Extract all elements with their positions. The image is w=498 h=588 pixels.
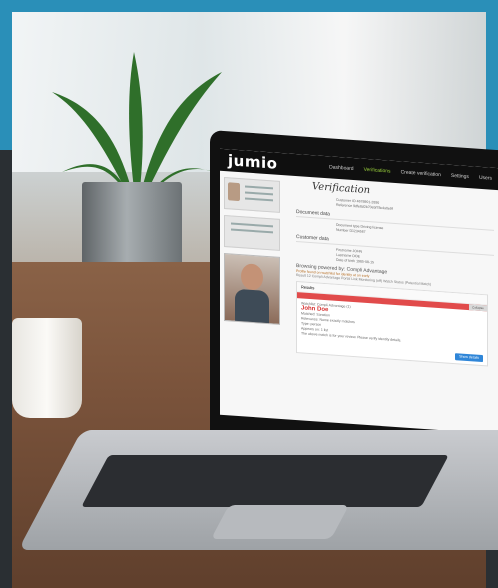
- verification-details: Verification Customer ID 4678901-2890 Re…: [290, 176, 498, 435]
- collapse-tag[interactable]: Collapse: [469, 304, 487, 312]
- nav-dashboard[interactable]: Dashboard: [329, 164, 353, 172]
- document-images: [220, 171, 290, 420]
- results-card: Results Collapse Watchlist: Compli Advan…: [296, 281, 488, 367]
- nav-users[interactable]: Users: [479, 175, 492, 182]
- id-back-image[interactable]: [224, 214, 280, 251]
- verification-content: Verification Customer ID 4678901-2890 Re…: [220, 171, 498, 435]
- web-app: jumio Dashboard Verifications Create ver…: [220, 148, 498, 435]
- jumio-logo[interactable]: jumio: [228, 151, 277, 172]
- laptop-trackpad: [210, 505, 350, 539]
- nav-verifications[interactable]: Verifications: [364, 167, 391, 175]
- laptop-keyboard: [81, 455, 449, 507]
- show-details-button[interactable]: Show details: [455, 353, 483, 363]
- marketing-photo: jumio Dashboard Verifications Create ver…: [0, 0, 498, 588]
- laptop-screen: jumio Dashboard Verifications Create ver…: [210, 130, 498, 451]
- coffee-mug: [12, 318, 82, 418]
- nav-settings[interactable]: Settings: [451, 173, 469, 180]
- nav-create-verification[interactable]: Create verification: [401, 169, 441, 178]
- id-front-image[interactable]: [224, 176, 280, 213]
- selfie-image[interactable]: [224, 252, 280, 325]
